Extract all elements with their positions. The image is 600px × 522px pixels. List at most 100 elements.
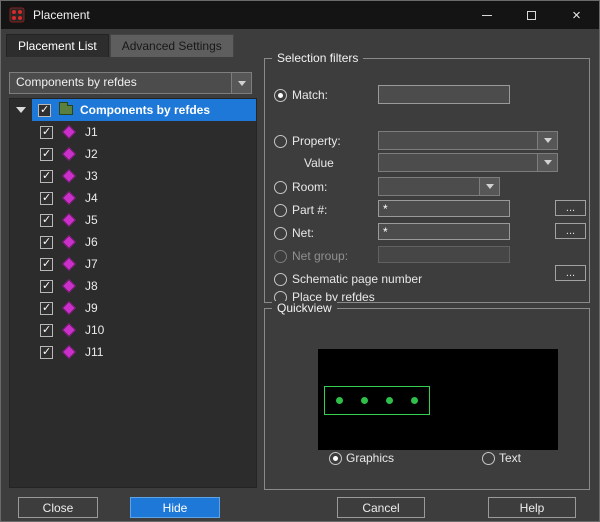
tree-item-label: J10 xyxy=(85,323,105,337)
tree-item-label: J1 xyxy=(85,125,98,139)
tree-root-selection[interactable]: Components by refdes xyxy=(32,99,256,121)
checkbox[interactable] xyxy=(40,191,53,205)
chevron-down-icon xyxy=(537,132,557,149)
checkbox[interactable] xyxy=(40,213,53,227)
graphics-radio[interactable] xyxy=(329,452,342,465)
tree-row[interactable]: J9 xyxy=(10,297,256,319)
tree-item-label: J4 xyxy=(85,191,98,205)
tree-item-label: J2 xyxy=(85,147,98,161)
schematic-page-radio[interactable] xyxy=(274,273,287,286)
tree-row[interactable]: J4 xyxy=(10,187,256,209)
hide-button[interactable]: Hide xyxy=(130,497,220,518)
help-button[interactable]: Help xyxy=(488,497,576,518)
value-label: Value xyxy=(304,156,334,170)
checkbox[interactable] xyxy=(40,323,53,337)
net-group-radio[interactable] xyxy=(274,250,287,263)
quickview-group: Quickview Graphics Text xyxy=(264,301,590,490)
chevron-down-icon xyxy=(537,154,557,171)
titlebar-minimize-button[interactable] xyxy=(464,1,509,29)
quickview-title: Quickview xyxy=(272,301,337,315)
titlebar-close-button[interactable]: × xyxy=(554,1,599,29)
tab-placement-list[interactable]: Placement List xyxy=(6,34,109,57)
tree-row[interactable]: J7 xyxy=(10,253,256,275)
part-number-radio[interactable] xyxy=(274,204,287,217)
part-number-input[interactable] xyxy=(378,200,510,217)
checkbox[interactable] xyxy=(40,147,53,161)
list-mode-dropdown[interactable]: Components by refdes xyxy=(9,72,252,94)
component-diamond-icon xyxy=(61,300,77,316)
checkbox[interactable] xyxy=(40,345,53,359)
component-tree: Components by refdes J1 J2 J3 J4 J5 xyxy=(9,98,257,488)
titlebar: Placement × xyxy=(1,1,599,29)
folder-icon xyxy=(59,102,73,115)
app-icon xyxy=(9,7,25,23)
match-label: Match: xyxy=(292,88,329,102)
pin-dot-icon xyxy=(411,397,418,404)
tree-item-label: J7 xyxy=(85,257,98,271)
net-group-label: Net group: xyxy=(292,249,349,263)
room-dropdown[interactable] xyxy=(378,177,500,196)
graphics-label: Graphics xyxy=(346,451,395,465)
cancel-button[interactable]: Cancel xyxy=(337,497,425,518)
tree-item-label: J5 xyxy=(85,213,98,227)
checkbox[interactable] xyxy=(40,169,53,183)
component-diamond-icon xyxy=(61,146,77,162)
schematic-page-label: Schematic page number xyxy=(292,272,423,286)
chevron-down-icon xyxy=(231,73,251,93)
tab-advanced-settings[interactable]: Advanced Settings xyxy=(109,34,234,57)
component-diamond-icon xyxy=(61,344,77,360)
net-radio[interactable] xyxy=(274,227,287,240)
window-title: Placement xyxy=(33,8,90,22)
room-radio[interactable] xyxy=(274,181,287,194)
checkbox[interactable] xyxy=(40,279,53,293)
component-diamond-icon xyxy=(61,256,77,272)
schematic-browse-button[interactable]: ... xyxy=(555,265,586,281)
close-icon: × xyxy=(572,6,581,24)
component-diamond-icon xyxy=(61,168,77,184)
component-diamond-icon xyxy=(61,234,77,250)
part-browse-button[interactable]: ... xyxy=(555,200,586,216)
minimize-icon xyxy=(481,14,492,16)
property-radio[interactable] xyxy=(274,135,287,148)
tree-row[interactable]: J2 xyxy=(10,143,256,165)
tree-row[interactable]: J1 xyxy=(10,121,256,143)
text-radio[interactable] xyxy=(482,452,495,465)
selection-filters-group: Selection filters Match: Property: Value… xyxy=(264,51,590,304)
pin-dot-icon xyxy=(336,397,343,404)
tree-row[interactable]: J8 xyxy=(10,275,256,297)
net-label: Net: xyxy=(292,226,315,240)
component-diamond-icon xyxy=(61,322,77,338)
tree-row[interactable]: J10 xyxy=(10,319,256,341)
checkbox[interactable] xyxy=(40,257,53,271)
net-input[interactable] xyxy=(378,223,510,240)
match-input[interactable] xyxy=(378,85,510,104)
pin-dot-icon xyxy=(386,397,393,404)
tree-root-label: Components by refdes xyxy=(80,103,211,117)
checkbox[interactable] xyxy=(40,125,53,139)
expand-arrow-icon[interactable] xyxy=(16,107,26,113)
part-number-label: Part #: xyxy=(292,203,328,217)
tree-row-root[interactable]: Components by refdes xyxy=(10,99,256,121)
tree-row[interactable]: J3 xyxy=(10,165,256,187)
close-button[interactable]: Close xyxy=(18,497,98,518)
property-dropdown[interactable] xyxy=(378,131,558,150)
tree-row[interactable]: J6 xyxy=(10,231,256,253)
checkbox[interactable] xyxy=(40,235,53,249)
checkbox[interactable] xyxy=(40,301,53,315)
tree-item-label: J11 xyxy=(85,345,104,359)
component-outline xyxy=(324,386,430,415)
value-dropdown[interactable] xyxy=(378,153,558,172)
tree-item-label: J3 xyxy=(85,169,98,183)
pin-dot-icon xyxy=(361,397,368,404)
tree-row[interactable]: J11 xyxy=(10,341,256,363)
tree-item-label: J8 xyxy=(85,279,98,293)
window-controls: × xyxy=(464,1,599,29)
list-mode-value: Components by refdes xyxy=(16,75,137,89)
checkbox[interactable] xyxy=(38,103,51,117)
component-diamond-icon xyxy=(61,190,77,206)
titlebar-maximize-button[interactable] xyxy=(509,1,554,29)
match-radio[interactable] xyxy=(274,89,287,102)
net-browse-button[interactable]: ... xyxy=(555,223,586,239)
net-group-input xyxy=(378,246,510,263)
tree-row[interactable]: J5 xyxy=(10,209,256,231)
